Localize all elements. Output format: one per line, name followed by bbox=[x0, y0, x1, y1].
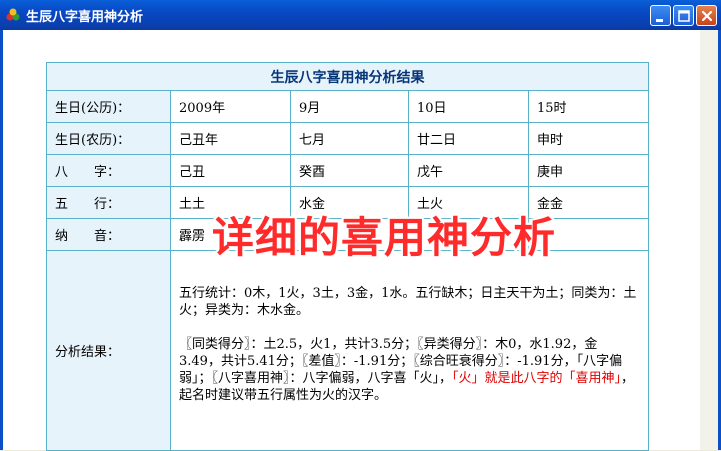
cell-bazi-day: 戊午 bbox=[408, 154, 529, 187]
row-label-analysis: 分析结果： bbox=[46, 250, 171, 451]
cell-solar-month: 9月 bbox=[290, 90, 409, 123]
vertical-scrollbar[interactable] bbox=[700, 30, 718, 450]
row-label-wuxing: 五 行： bbox=[46, 186, 171, 219]
row-label-bazi: 八 字： bbox=[46, 154, 171, 187]
maximize-button[interactable] bbox=[673, 5, 694, 26]
analysis-result-cell: 五行统计：0木，1火，3土，3金，1水。五行缺木；日主天干为土；同类为：土火；异… bbox=[170, 250, 649, 451]
window-titlebar[interactable]: 生辰八字喜用神分析 bbox=[0, 0, 721, 30]
analysis-detail: 〖同类得分〗：土2.5，火1，共计3.5分；〖异类得分〗：木0，水1.92，金3… bbox=[179, 336, 638, 404]
minimize-icon bbox=[656, 19, 663, 22]
cell-lunar-month: 七月 bbox=[290, 122, 409, 155]
cell-bazi-month: 癸酉 bbox=[290, 154, 409, 187]
row-label-nayin: 纳 音： bbox=[46, 218, 171, 251]
cell-bazi-year: 己丑 bbox=[170, 154, 291, 187]
analysis-highlight: 「火」就是此八字的「喜用神」 bbox=[452, 371, 622, 386]
table-row: 生日(公历)： 2009年 9月 10日 15时 bbox=[46, 90, 649, 123]
window-title: 生辰八字喜用神分析 bbox=[26, 10, 144, 25]
minimize-button[interactable] bbox=[650, 5, 671, 26]
cell-lunar-hour: 申时 bbox=[528, 122, 649, 155]
cell-lunar-year: 己丑年 bbox=[170, 122, 291, 155]
table-row: 分析结果： 五行统计：0木，1火，3土，3金，1水。五行缺木；日主天干为土；同类… bbox=[46, 250, 649, 451]
overlay-caption: 详细的喜用神分析 bbox=[210, 211, 557, 264]
cell-solar-hour: 15时 bbox=[528, 90, 649, 123]
cell-solar-day: 10日 bbox=[408, 90, 529, 123]
table-row: 八 字： 己丑 癸酉 戊午 庚申 bbox=[46, 154, 649, 187]
analysis-summary: 五行统计：0木，1火，3土，3金，1水。五行缺木；日主天干为土；同类为：土火；异… bbox=[179, 286, 637, 318]
row-label-solar-birthday: 生日(公历)： bbox=[46, 90, 171, 123]
maximize-icon bbox=[678, 10, 690, 22]
row-label-lunar-birthday: 生日(农历)： bbox=[46, 122, 171, 155]
close-button[interactable] bbox=[696, 5, 717, 26]
table-row: 生日(农历)： 己丑年 七月 廿二日 申时 bbox=[46, 122, 649, 155]
cell-lunar-day: 廿二日 bbox=[408, 122, 529, 155]
table-title: 生辰八字喜用神分析结果 bbox=[46, 62, 649, 91]
cell-solar-year: 2009年 bbox=[170, 90, 291, 123]
app-icon bbox=[6, 8, 20, 21]
cell-bazi-hour: 庚申 bbox=[528, 154, 649, 187]
close-icon bbox=[701, 10, 713, 22]
